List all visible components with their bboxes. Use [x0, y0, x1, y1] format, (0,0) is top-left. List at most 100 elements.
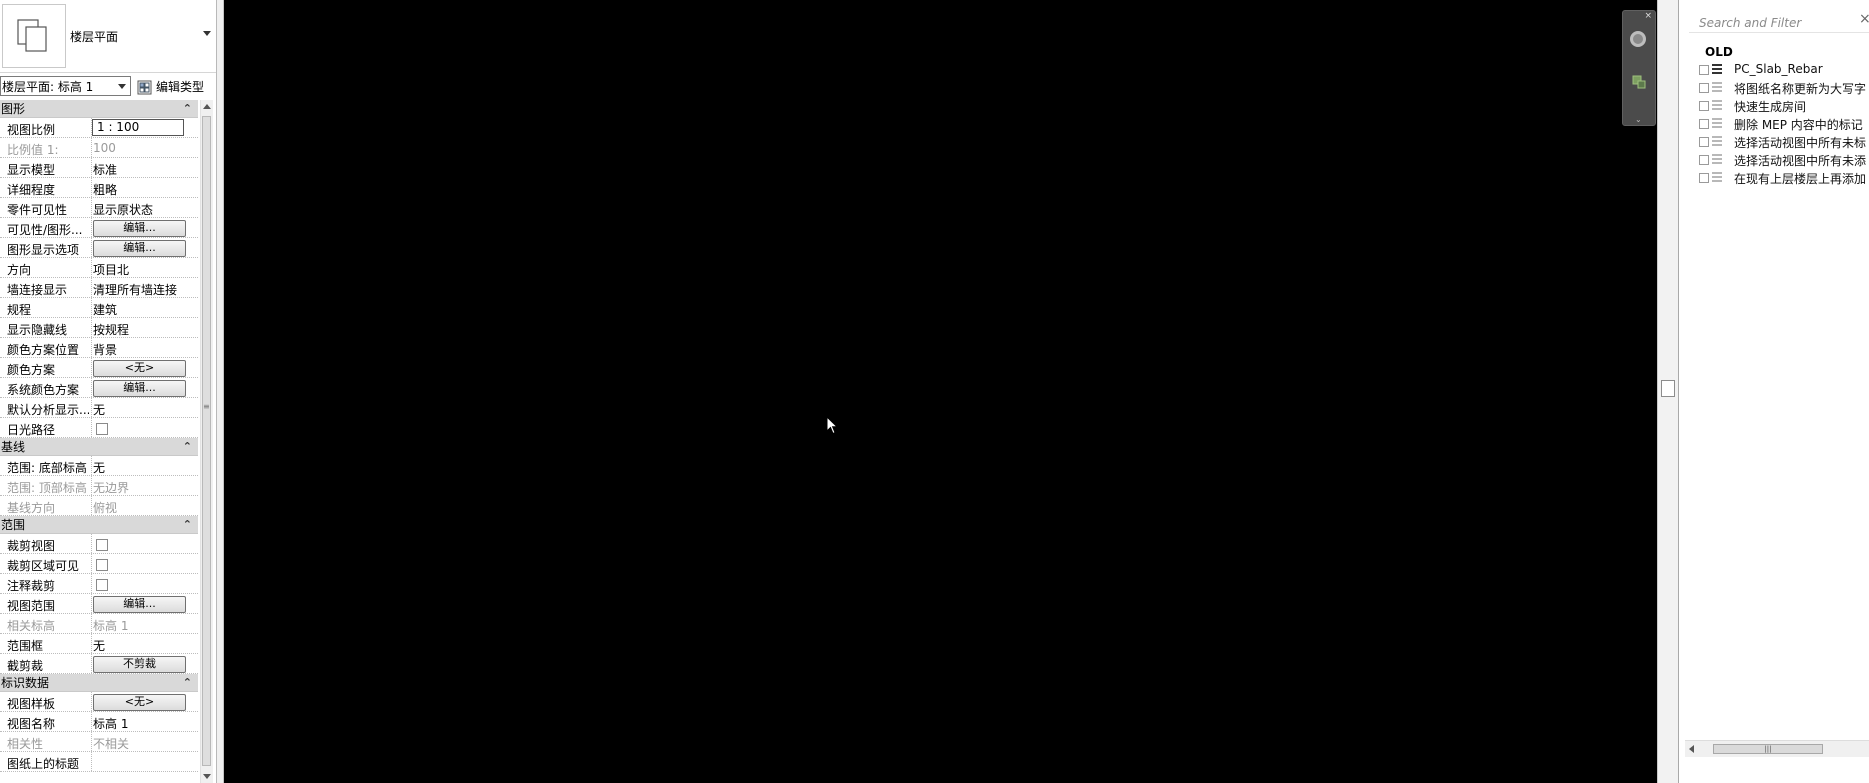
- double-chevron-up-icon[interactable]: ⌃: [183, 516, 192, 534]
- property-value[interactable]: 无: [93, 401, 191, 418]
- property-row: 基线方向 俯视: [0, 496, 198, 516]
- script-checkbox[interactable]: [1699, 101, 1709, 111]
- close-icon[interactable]: ×: [1859, 11, 1869, 27]
- property-value[interactable]: 标高 1: [93, 715, 191, 732]
- zoom-icon[interactable]: [1632, 75, 1646, 89]
- scroll-down-arrow-icon[interactable]: [203, 774, 211, 779]
- scroll-up-arrow-icon[interactable]: [203, 104, 211, 109]
- chevron-down-icon[interactable]: ⌄: [1635, 115, 1642, 124]
- double-chevron-up-icon[interactable]: ⌃: [183, 438, 192, 456]
- property-edit-button[interactable]: 编辑...: [93, 380, 186, 397]
- hamburger-icon: [1712, 136, 1722, 148]
- property-row: 比例值 1: 100: [0, 138, 198, 158]
- property-value[interactable]: 按规程: [93, 321, 191, 338]
- splitter-handle[interactable]: [1661, 380, 1675, 397]
- type-dropdown-arrow-icon[interactable]: [203, 31, 211, 36]
- navigation-bar: × ⌄: [1622, 10, 1656, 126]
- column-divider: [91, 614, 92, 633]
- property-value[interactable]: 显示原状态: [93, 201, 191, 218]
- double-chevron-up-icon[interactable]: ⌃: [183, 100, 192, 118]
- property-name: 裁剪视图: [7, 539, 56, 553]
- script-checkbox[interactable]: [1699, 173, 1709, 183]
- script-checkbox[interactable]: [1699, 119, 1709, 129]
- property-row: 相关性 不相关: [0, 732, 198, 752]
- property-edit-button[interactable]: 编辑...: [93, 596, 186, 613]
- column-divider: [91, 298, 92, 317]
- script-list: PC_Slab_Rebar 将图纸名称更新为大写字 快速生成房间 删除 MEP 内容中…: [1699, 61, 1869, 187]
- script-label: PC_Slab_Rebar: [1734, 62, 1823, 76]
- mouse-cursor-icon: [826, 416, 838, 435]
- property-value: 无边界: [93, 481, 130, 495]
- edit-type-button[interactable]: 编辑类型: [137, 77, 204, 97]
- property-row: 注释裁剪: [0, 574, 198, 594]
- column-divider: [91, 574, 92, 593]
- scroll-left-arrow-icon[interactable]: [1689, 745, 1694, 753]
- script-panel: Search and Filter × OLD PC_Slab_Rebar 将图纸…: [1678, 0, 1869, 783]
- type-selector[interactable]: 楼层平面: [0, 0, 216, 73]
- panel-splitter[interactable]: [1657, 0, 1678, 783]
- palette-splitter[interactable]: [217, 0, 224, 783]
- property-group-header[interactable]: 范围 ⌃: [0, 516, 198, 534]
- property-value[interactable]: 无: [93, 459, 191, 476]
- property-value[interactable]: 标准: [93, 161, 191, 178]
- property-edit-button[interactable]: <无>: [93, 694, 186, 711]
- search-input[interactable]: Search and Filter: [1689, 13, 1869, 33]
- script-list-item[interactable]: 选择活动视图中所有未标: [1699, 133, 1869, 151]
- property-name: 相关性: [7, 737, 44, 751]
- property-value[interactable]: 项目北: [93, 261, 191, 278]
- property-value[interactable]: 清理所有墙连接: [93, 281, 191, 298]
- property-name: 截剪裁: [7, 659, 44, 673]
- property-value[interactable]: 建筑: [93, 301, 191, 318]
- property-row: 相关标高 标高 1: [0, 614, 198, 634]
- property-name: 显示隐藏线: [7, 323, 68, 337]
- script-checkbox[interactable]: [1699, 137, 1709, 147]
- horizontal-scrollbar[interactable]: |||: [1685, 740, 1869, 757]
- property-group-header[interactable]: 图形 ⌃: [0, 100, 198, 118]
- instance-selector-dropdown[interactable]: 楼层平面: 标高 1: [0, 76, 131, 96]
- property-grid: 图形 ⌃ 视图比例 1 : 100 比例值 1: 100 显示模型 标准 详细程度 粗略 零件可见性…: [0, 100, 198, 772]
- column-divider: [91, 258, 92, 277]
- instance-row: 楼层平面: 标高 1 编辑类型: [0, 74, 216, 100]
- property-value[interactable]: 粗略: [93, 181, 191, 198]
- property-checkbox[interactable]: [96, 423, 108, 435]
- property-group-title: 标识数据: [1, 676, 50, 690]
- script-list-item[interactable]: 在现有上层楼层上再添加: [1699, 169, 1869, 187]
- property-edit-button[interactable]: 编辑...: [93, 220, 186, 237]
- properties-scrollbar[interactable]: ≡: [200, 100, 213, 783]
- property-edit-button[interactable]: 编辑...: [93, 240, 186, 257]
- property-name: 范围: 顶部标高: [7, 481, 87, 495]
- property-row: 图纸上的标题: [0, 752, 198, 772]
- scrollbar-thumb[interactable]: |||: [1713, 744, 1823, 754]
- property-name: 系统颜色方案: [7, 383, 80, 397]
- property-group-header[interactable]: 标识数据 ⌃: [0, 674, 198, 692]
- scrollbar-thumb[interactable]: ≡: [202, 116, 211, 766]
- property-checkbox[interactable]: [96, 579, 108, 591]
- view-canvas[interactable]: [224, 0, 1657, 783]
- script-list-item[interactable]: PC_Slab_Rebar: [1699, 61, 1869, 79]
- script-list-item[interactable]: 将图纸名称更新为大写字: [1699, 79, 1869, 97]
- property-value[interactable]: 无: [93, 637, 191, 654]
- property-edit-button[interactable]: <无>: [93, 360, 186, 377]
- property-value[interactable]: 背景: [93, 341, 191, 358]
- steering-wheel-icon[interactable]: [1630, 31, 1646, 47]
- hamburger-icon: [1712, 100, 1722, 112]
- property-name: 视图比例: [7, 123, 56, 137]
- close-icon[interactable]: ×: [1644, 11, 1652, 21]
- script-label: 选择活动视图中所有未标: [1734, 136, 1867, 150]
- property-value-input[interactable]: 1 : 100: [92, 119, 184, 136]
- script-list-item[interactable]: 选择活动视图中所有未添: [1699, 151, 1869, 169]
- property-checkbox[interactable]: [96, 559, 108, 571]
- script-checkbox[interactable]: [1699, 65, 1709, 75]
- property-checkbox[interactable]: [96, 539, 108, 551]
- double-chevron-up-icon[interactable]: ⌃: [183, 674, 192, 692]
- column-divider: [91, 238, 92, 257]
- property-edit-button[interactable]: 不剪裁: [93, 656, 186, 673]
- property-name: 图形显示选项: [7, 243, 80, 257]
- script-list-item[interactable]: 快速生成房间: [1699, 97, 1869, 115]
- property-group-header[interactable]: 基线 ⌃: [0, 438, 198, 456]
- script-checkbox[interactable]: [1699, 83, 1709, 93]
- property-name: 规程: [7, 303, 32, 317]
- script-list-item[interactable]: 删除 MEP 内容中的标记: [1699, 115, 1869, 133]
- script-checkbox[interactable]: [1699, 155, 1709, 165]
- hamburger-icon: [1712, 118, 1722, 130]
